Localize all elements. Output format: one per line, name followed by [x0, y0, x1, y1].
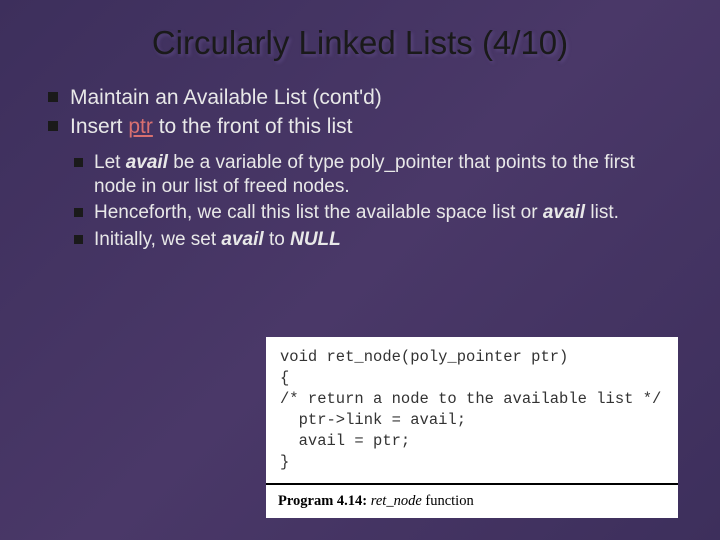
- avail-word: avail: [543, 202, 585, 223]
- slide-title: Circularly Linked Lists (4/10): [40, 24, 680, 62]
- text: list.: [585, 202, 619, 223]
- bullet-text: Maintain an Available List (cont'd): [70, 86, 382, 109]
- code-line: {: [280, 369, 289, 387]
- bullet-text-pre: Insert: [70, 115, 128, 138]
- bullet-text-post: to the front of this list: [153, 115, 353, 138]
- sub-bullet-avail-var: Let avail be a variable of type poly_poi…: [74, 151, 680, 200]
- caption-rest: function: [422, 493, 474, 509]
- program-label: Program 4.14:: [278, 493, 367, 509]
- sub-bullet-list: Let avail be a variable of type poly_poi…: [40, 151, 680, 252]
- bullet-insert: Insert ptr to the front of this list: [48, 113, 680, 140]
- sub-bullet-henceforth: Henceforth, we call this list the availa…: [74, 201, 680, 225]
- code-caption: Program 4.14: ret_node function: [266, 485, 678, 518]
- function-name: ret_node: [371, 493, 422, 509]
- text: Henceforth, we call this list the availa…: [94, 202, 543, 223]
- code-block: void ret_node(poly_pointer ptr) { /* ret…: [266, 337, 678, 485]
- text: be a variable of type poly_pointer that …: [94, 152, 635, 197]
- code-line: }: [280, 453, 289, 471]
- bullet-maintain: Maintain an Available List (cont'd): [48, 84, 680, 111]
- slide: Circularly Linked Lists (4/10) Maintain …: [0, 0, 720, 274]
- code-figure: void ret_node(poly_pointer ptr) { /* ret…: [266, 337, 678, 518]
- ptr-text: ptr: [128, 115, 153, 138]
- avail-word: avail: [221, 229, 263, 250]
- main-bullet-list: Maintain an Available List (cont'd) Inse…: [40, 84, 680, 141]
- null-word: NULL: [290, 229, 341, 250]
- code-line: ptr->link = avail;: [280, 411, 466, 429]
- text: to: [264, 229, 290, 250]
- sub-bullet-initially: Initially, we set avail to NULL: [74, 228, 680, 252]
- text: Let: [94, 152, 126, 173]
- code-line: void ret_node(poly_pointer ptr): [280, 348, 568, 366]
- avail-word: avail: [126, 152, 168, 173]
- code-line: avail = ptr;: [280, 432, 410, 450]
- code-line: /* return a node to the available list *…: [280, 390, 661, 408]
- text: Initially, we set: [94, 229, 221, 250]
